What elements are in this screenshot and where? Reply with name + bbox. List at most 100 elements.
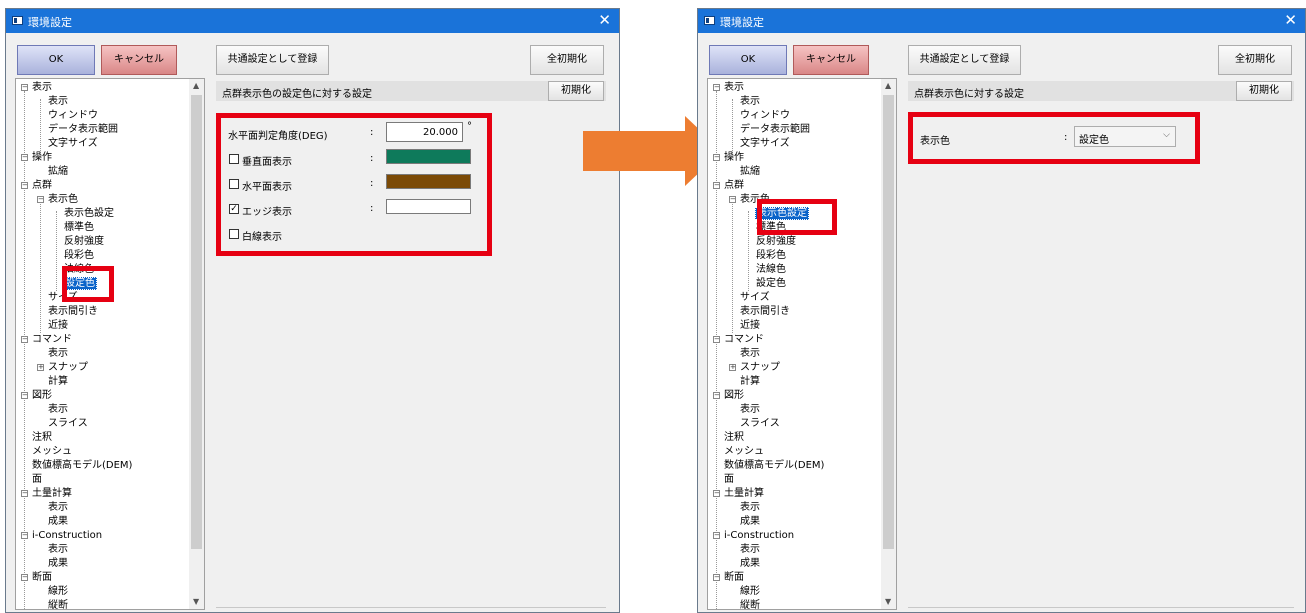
reset-all-button[interactable]: 全初期化 bbox=[530, 45, 604, 75]
tree-node-zoom[interactable]: 拡縮 bbox=[48, 166, 68, 178]
tree-node-data-range[interactable]: データ表示範囲 bbox=[740, 124, 810, 136]
collapse-icon[interactable]: − bbox=[713, 336, 720, 343]
collapse-icon[interactable]: − bbox=[21, 84, 28, 91]
expand-icon[interactable]: + bbox=[37, 364, 44, 371]
tree-node-font-size[interactable]: 文字サイズ bbox=[48, 138, 98, 150]
cancel-button[interactable]: キャンセル bbox=[101, 45, 177, 75]
collapse-icon[interactable]: − bbox=[713, 154, 720, 161]
tree-node-alignment[interactable]: 線形 bbox=[740, 586, 760, 598]
collapse-icon[interactable]: − bbox=[37, 196, 44, 203]
tree-node-pointcloud[interactable]: 点群 bbox=[724, 180, 744, 192]
cancel-button[interactable]: キャンセル bbox=[793, 45, 869, 75]
tree-node-window[interactable]: ウィンドウ bbox=[740, 110, 790, 122]
tree-node-custom-color[interactable]: 設定色 bbox=[756, 278, 786, 290]
tree-node-pointcloud[interactable]: 点群 bbox=[32, 180, 52, 192]
collapse-icon[interactable]: − bbox=[21, 154, 28, 161]
vertical-color-swatch[interactable] bbox=[386, 149, 471, 164]
reset-button[interactable]: 初期化 bbox=[548, 81, 604, 101]
tree-node-ic-display[interactable]: 表示 bbox=[740, 544, 760, 556]
collapse-icon[interactable]: − bbox=[729, 196, 736, 203]
tree-node-zoom[interactable]: 拡縮 bbox=[740, 166, 760, 178]
tree-node-iconstruction[interactable]: i-Construction bbox=[724, 530, 794, 542]
ok-button[interactable]: OK bbox=[17, 45, 95, 75]
tree-node-section[interactable]: 断面 bbox=[724, 572, 744, 584]
tree-node-window[interactable]: ウィンドウ bbox=[48, 110, 98, 122]
tree-scrollbar[interactable]: ▲ ▼ bbox=[189, 79, 204, 609]
tree-node-dem[interactable]: 数値標高モデル(DEM) bbox=[724, 460, 824, 472]
tree-node-earthwork[interactable]: 土量計算 bbox=[724, 488, 764, 500]
tree-node-slice[interactable]: スライス bbox=[48, 418, 88, 430]
tree-node-annotation[interactable]: 注釈 bbox=[32, 432, 52, 444]
edge-color-swatch[interactable] bbox=[386, 199, 471, 214]
tree-node-shape[interactable]: 図形 bbox=[32, 390, 52, 402]
tree-node-command[interactable]: コマンド bbox=[32, 334, 72, 346]
collapse-icon[interactable]: − bbox=[21, 490, 28, 497]
tree-node-command[interactable]: コマンド bbox=[724, 334, 764, 346]
register-common-button[interactable]: 共通設定として登録 bbox=[908, 45, 1021, 75]
tree-node-command-display[interactable]: 表示 bbox=[740, 348, 760, 360]
collapse-icon[interactable]: − bbox=[713, 532, 720, 539]
tree-node-elevation-color[interactable]: 段彩色 bbox=[756, 250, 786, 262]
tree-node-normal-color[interactable]: 法線色 bbox=[756, 264, 786, 276]
tree-node-surface[interactable]: 面 bbox=[32, 474, 42, 486]
close-icon[interactable]: ✕ bbox=[1284, 11, 1297, 29]
tree-node-snap[interactable]: スナップ bbox=[740, 362, 780, 374]
tree-node-command-display[interactable]: 表示 bbox=[48, 348, 68, 360]
scroll-down-icon[interactable]: ▼ bbox=[193, 597, 199, 606]
vertical-checkbox[interactable] bbox=[229, 154, 239, 164]
tree-node-standard-color[interactable]: 標準色 bbox=[64, 222, 94, 234]
tree-node-reflectance[interactable]: 反射強度 bbox=[756, 236, 796, 248]
collapse-icon[interactable]: − bbox=[713, 84, 720, 91]
tree-node-display[interactable]: 表示 bbox=[32, 82, 52, 94]
display-color-select[interactable]: 設定色 ⌵ bbox=[1074, 126, 1176, 147]
collapse-icon[interactable]: − bbox=[21, 574, 28, 581]
tree-scrollbar[interactable]: ▲ ▼ bbox=[881, 79, 896, 609]
tree-node-snap[interactable]: スナップ bbox=[48, 362, 88, 374]
tree-node-display-color-setting[interactable]: 表示色設定 bbox=[64, 208, 114, 220]
tree-node-annotation[interactable]: 注釈 bbox=[724, 432, 744, 444]
tree-node-iconstruction[interactable]: i-Construction bbox=[32, 530, 102, 542]
scroll-thumb[interactable] bbox=[191, 95, 202, 549]
tree-node-proximity[interactable]: 近接 bbox=[740, 320, 760, 332]
register-common-button[interactable]: 共通設定として登録 bbox=[216, 45, 329, 75]
tree-node-earthwork-result[interactable]: 成果 bbox=[48, 516, 68, 528]
tree-node-reflectance[interactable]: 反射強度 bbox=[64, 236, 104, 248]
white-line-checkbox[interactable] bbox=[229, 229, 239, 239]
tree-node-earthwork-display[interactable]: 表示 bbox=[48, 502, 68, 514]
horizontal-color-swatch[interactable] bbox=[386, 174, 471, 189]
tree-node-earthwork[interactable]: 土量計算 bbox=[32, 488, 72, 500]
tree-node-display-color[interactable]: 表示色 bbox=[48, 194, 78, 206]
tree-node-shape-display[interactable]: 表示 bbox=[740, 404, 760, 416]
tree-node-ic-result[interactable]: 成果 bbox=[740, 558, 760, 570]
tree-node-mesh[interactable]: メッシュ bbox=[32, 446, 72, 458]
settings-tree[interactable]: − 表示 表示 ウィンドウ データ表示範囲 文字サイズ − 操作 拡縮 − 点群… bbox=[707, 78, 897, 610]
collapse-icon[interactable]: − bbox=[21, 336, 28, 343]
settings-tree[interactable]: − 表示 表示 ウィンドウ データ表示範囲 文字サイズ − 操作 拡縮 − 点群… bbox=[15, 78, 205, 610]
expand-icon[interactable]: + bbox=[729, 364, 736, 371]
scroll-down-icon[interactable]: ▼ bbox=[885, 597, 891, 606]
tree-node-ic-result[interactable]: 成果 bbox=[48, 558, 68, 570]
tree-node-alignment[interactable]: 線形 bbox=[48, 586, 68, 598]
tree-node-display[interactable]: 表示 bbox=[724, 82, 744, 94]
tree-node-profile[interactable]: 縦断 bbox=[740, 600, 760, 609]
scroll-thumb[interactable] bbox=[883, 95, 894, 549]
tree-node-thinning[interactable]: 表示間引き bbox=[740, 306, 790, 318]
collapse-icon[interactable]: − bbox=[713, 182, 720, 189]
tree-node-display-display[interactable]: 表示 bbox=[48, 96, 68, 108]
tree-node-dem[interactable]: 数値標高モデル(DEM) bbox=[32, 460, 132, 472]
tree-node-operation[interactable]: 操作 bbox=[724, 152, 744, 164]
tree-node-shape-display[interactable]: 表示 bbox=[48, 404, 68, 416]
tree-node-shape[interactable]: 図形 bbox=[724, 390, 744, 402]
collapse-icon[interactable]: − bbox=[713, 490, 720, 497]
tree-node-profile[interactable]: 縦断 bbox=[48, 600, 68, 609]
tree-node-calc[interactable]: 計算 bbox=[740, 376, 760, 388]
tree-node-proximity[interactable]: 近接 bbox=[48, 320, 68, 332]
edge-checkbox[interactable]: ✓ bbox=[229, 204, 239, 214]
tree-node-size[interactable]: サイズ bbox=[740, 292, 770, 304]
tree-node-slice[interactable]: スライス bbox=[740, 418, 780, 430]
tree-node-elevation-color[interactable]: 段彩色 bbox=[64, 250, 94, 262]
tree-node-earthwork-result[interactable]: 成果 bbox=[740, 516, 760, 528]
collapse-icon[interactable]: − bbox=[21, 392, 28, 399]
tree-node-thinning[interactable]: 表示間引き bbox=[48, 306, 98, 318]
tree-node-section[interactable]: 断面 bbox=[32, 572, 52, 584]
